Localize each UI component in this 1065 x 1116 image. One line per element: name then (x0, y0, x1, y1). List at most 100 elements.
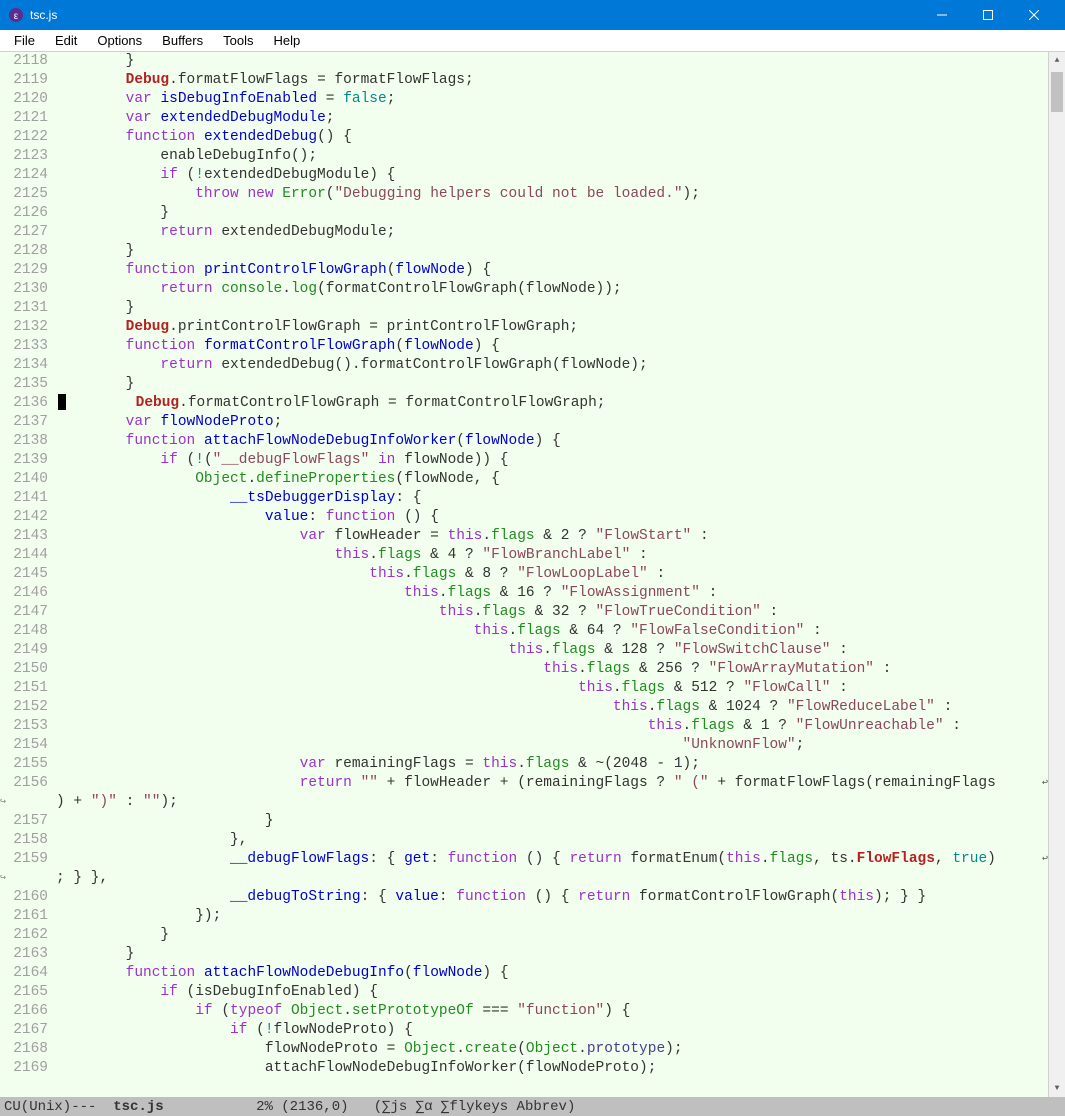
code-text: var flowNodeProto; (56, 413, 1038, 432)
code-text: if (typeof Object.setPrototypeOf === "fu… (56, 1002, 1038, 1021)
code-line[interactable]: 2138 function attachFlowNodeDebugInfoWor… (0, 432, 1048, 451)
line-number: 2150 (8, 660, 56, 679)
code-line[interactable]: 2168 flowNodeProto = Object.create(Objec… (0, 1040, 1048, 1059)
code-line[interactable]: 2144 this.flags & 4 ? "FlowBranchLabel" … (0, 546, 1048, 565)
code-text: this.flags & 4 ? "FlowBranchLabel" : (56, 546, 1038, 565)
fringe-right: ↩ (1038, 850, 1048, 869)
code-line[interactable]: 2125 throw new Error("Debugging helpers … (0, 185, 1048, 204)
menu-edit[interactable]: Edit (45, 31, 87, 50)
scroll-down-arrow[interactable]: ▼ (1049, 1080, 1065, 1097)
code-line[interactable]: 2159 __debugFlowFlags: { get: function (… (0, 850, 1048, 869)
fringe-right: ↩ (1038, 774, 1048, 793)
code-line[interactable]: 2136 Debug.formatControlFlowGraph = form… (0, 394, 1048, 413)
line-number: 2159 (8, 850, 56, 869)
line-number: 2131 (8, 299, 56, 318)
code-line[interactable]: 2134 return extendedDebug().formatContro… (0, 356, 1048, 375)
code-line[interactable]: 2118 } (0, 52, 1048, 71)
code-line[interactable]: 2169 attachFlowNodeDebugInfoWorker(flowN… (0, 1059, 1048, 1078)
code-line[interactable]: 2140 Object.defineProperties(flowNode, { (0, 470, 1048, 489)
code-line[interactable]: 2149 this.flags & 128 ? "FlowSwitchClaus… (0, 641, 1048, 660)
code-line[interactable]: 2164 function attachFlowNodeDebugInfo(fl… (0, 964, 1048, 983)
code-text: "UnknownFlow"; (56, 736, 1038, 755)
code-line[interactable]: 2122 function extendedDebug() { (0, 128, 1048, 147)
code-line[interactable]: 2154 "UnknownFlow"; (0, 736, 1048, 755)
menu-help[interactable]: Help (263, 31, 310, 50)
code-line[interactable]: ↪) + ")" : ""); (0, 793, 1048, 812)
code-line[interactable]: 2165 if (isDebugInfoEnabled) { (0, 983, 1048, 1002)
menu-buffers[interactable]: Buffers (152, 31, 213, 50)
code-line[interactable]: 2163 } (0, 945, 1048, 964)
code-line[interactable]: 2162 } (0, 926, 1048, 945)
code-line[interactable]: 2121 var extendedDebugModule; (0, 109, 1048, 128)
line-number: 2166 (8, 1002, 56, 1021)
code-line[interactable]: 2148 this.flags & 64 ? "FlowFalseConditi… (0, 622, 1048, 641)
code-line[interactable]: 2128 } (0, 242, 1048, 261)
menu-tools[interactable]: Tools (213, 31, 263, 50)
cursor (58, 394, 66, 410)
code-line[interactable]: ↪; } }, (0, 869, 1048, 888)
code-text: Object.defineProperties(flowNode, { (56, 470, 1038, 489)
code-line[interactable]: 2146 this.flags & 16 ? "FlowAssignment" … (0, 584, 1048, 603)
line-number: 2132 (8, 318, 56, 337)
code-line[interactable]: 2126 } (0, 204, 1048, 223)
menu-options[interactable]: Options (87, 31, 152, 50)
code-text: return "" + flowHeader + (remainingFlags… (56, 774, 1038, 793)
code-text: ) + ")" : ""); (56, 793, 1038, 812)
code-line[interactable]: 2129 function printControlFlowGraph(flow… (0, 261, 1048, 280)
menu-file[interactable]: File (4, 31, 45, 50)
editor-area[interactable]: 2118 }2119 Debug.formatFlowFlags = forma… (0, 52, 1048, 1097)
code-line[interactable]: 2150 this.flags & 256 ? "FlowArrayMutati… (0, 660, 1048, 679)
code-line[interactable]: 2130 return console.log(formatControlFlo… (0, 280, 1048, 299)
code-line[interactable]: 2142 value: function () { (0, 508, 1048, 527)
line-number: 2153 (8, 717, 56, 736)
code-line[interactable]: 2155 var remainingFlags = this.flags & ~… (0, 755, 1048, 774)
line-number: 2140 (8, 470, 56, 489)
modeline[interactable]: CU(Unix)--- tsc.js 2% (2136,0) (∑js ∑α ∑… (0, 1097, 1065, 1116)
code-text: Debug.formatControlFlowGraph = formatCon… (66, 394, 1038, 413)
code-line[interactable]: 2135 } (0, 375, 1048, 394)
code-text: } (56, 242, 1038, 261)
code-text: if (!flowNodeProto) { (56, 1021, 1038, 1040)
code-line[interactable]: 2131 } (0, 299, 1048, 318)
line-number: 2137 (8, 413, 56, 432)
code-text: if (isDebugInfoEnabled) { (56, 983, 1038, 1002)
line-number: 2120 (8, 90, 56, 109)
code-line[interactable]: 2166 if (typeof Object.setPrototypeOf ==… (0, 1002, 1048, 1021)
code-line[interactable]: 2152 this.flags & 1024 ? "FlowReduceLabe… (0, 698, 1048, 717)
code-line[interactable]: 2161 }); (0, 907, 1048, 926)
code-line[interactable]: 2127 return extendedDebugModule; (0, 223, 1048, 242)
code-line[interactable]: 2153 this.flags & 1 ? "FlowUnreachable" … (0, 717, 1048, 736)
code-line[interactable]: 2123 enableDebugInfo(); (0, 147, 1048, 166)
titlebar[interactable]: ε tsc.js (0, 0, 1065, 30)
code-line[interactable]: 2141 __tsDebuggerDisplay: { (0, 489, 1048, 508)
code-line[interactable]: 2143 var flowHeader = this.flags & 2 ? "… (0, 527, 1048, 546)
minimize-button[interactable] (919, 0, 965, 30)
scroll-thumb[interactable] (1051, 72, 1063, 112)
code-line[interactable]: 2158 }, (0, 831, 1048, 850)
code-line[interactable]: 2157 } (0, 812, 1048, 831)
code-line[interactable]: 2137 var flowNodeProto; (0, 413, 1048, 432)
code-line[interactable]: 2124 if (!extendedDebugModule) { (0, 166, 1048, 185)
code-line[interactable]: 2167 if (!flowNodeProto) { (0, 1021, 1048, 1040)
fringe-left: ↪ (0, 869, 8, 888)
code-line[interactable]: 2156 return "" + flowHeader + (remaining… (0, 774, 1048, 793)
code-line[interactable]: 2151 this.flags & 512 ? "FlowCall" : (0, 679, 1048, 698)
line-number: 2146 (8, 584, 56, 603)
code-text: value: function () { (56, 508, 1038, 527)
code-line[interactable]: 2139 if (!("__debugFlowFlags" in flowNod… (0, 451, 1048, 470)
code-line[interactable]: 2133 function formatControlFlowGraph(flo… (0, 337, 1048, 356)
code-line[interactable]: 2147 this.flags & 32 ? "FlowTrueConditio… (0, 603, 1048, 622)
close-button[interactable] (1011, 0, 1057, 30)
code-line[interactable]: 2120 var isDebugInfoEnabled = false; (0, 90, 1048, 109)
scroll-up-arrow[interactable]: ▲ (1049, 52, 1065, 69)
code-text: function attachFlowNodeDebugInfoWorker(f… (56, 432, 1038, 451)
code-line[interactable]: 2160 __debugToString: { value: function … (0, 888, 1048, 907)
code-line[interactable]: 2132 Debug.printControlFlowGraph = print… (0, 318, 1048, 337)
code-text: var flowHeader = this.flags & 2 ? "FlowS… (56, 527, 1038, 546)
line-number: 2157 (8, 812, 56, 831)
code-text: this.flags & 64 ? "FlowFalseCondition" : (56, 622, 1038, 641)
scrollbar-vertical[interactable]: ▲ ▼ (1048, 52, 1065, 1097)
code-line[interactable]: 2145 this.flags & 8 ? "FlowLoopLabel" : (0, 565, 1048, 584)
code-line[interactable]: 2119 Debug.formatFlowFlags = formatFlowF… (0, 71, 1048, 90)
maximize-button[interactable] (965, 0, 1011, 30)
